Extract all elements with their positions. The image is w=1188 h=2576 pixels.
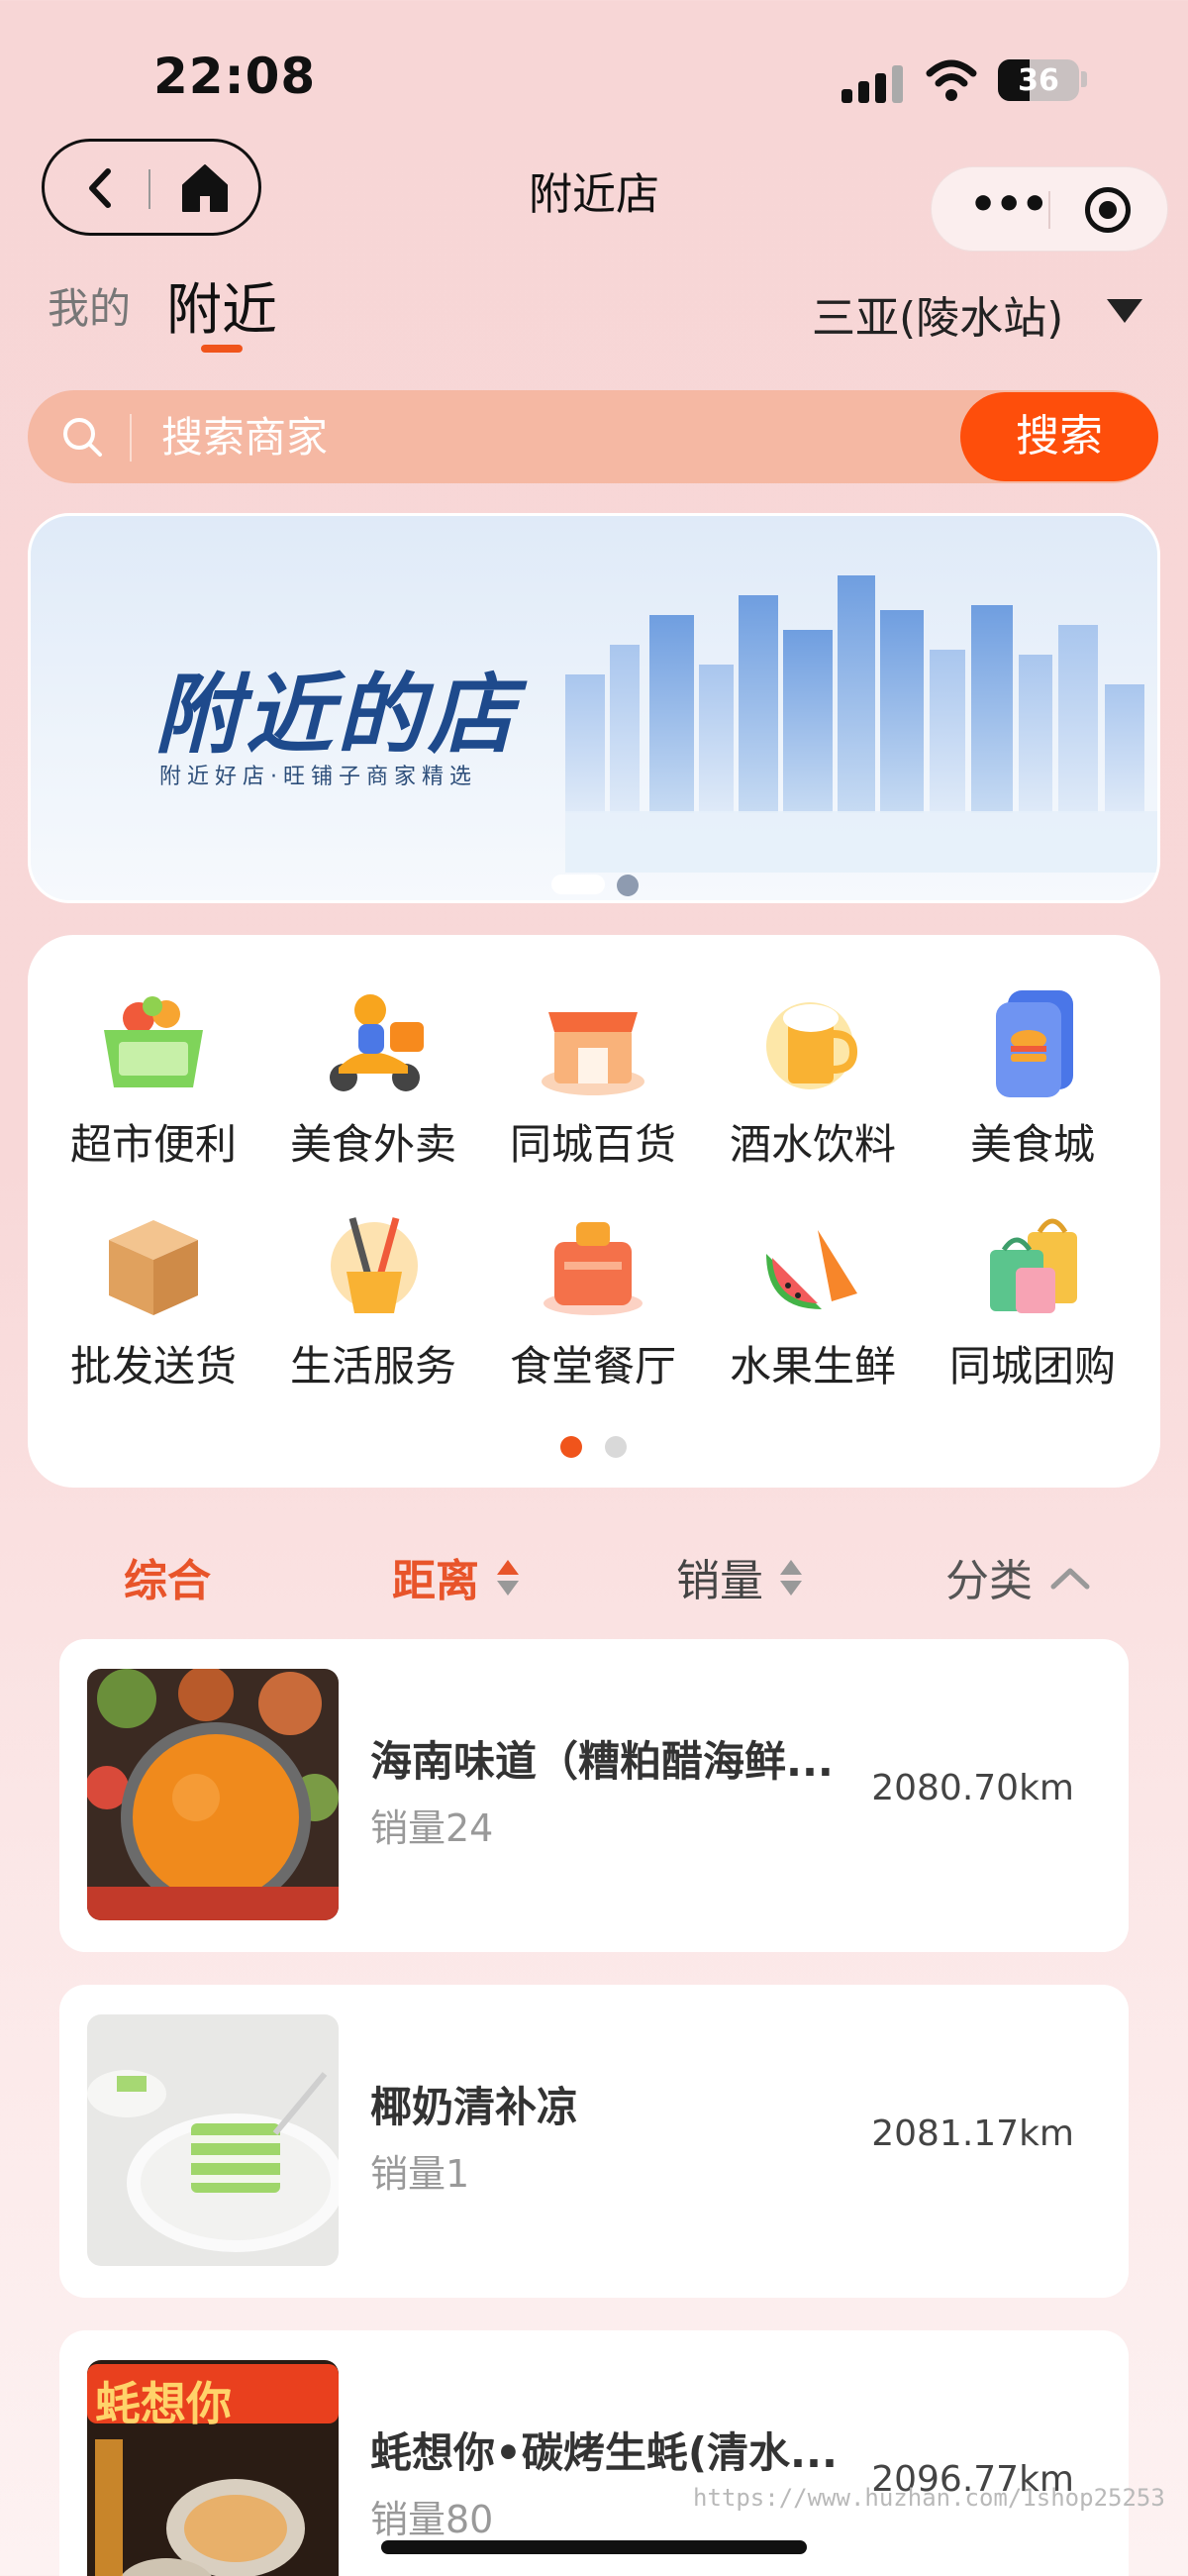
page-title: 附近店 <box>529 169 659 220</box>
chevron-up-icon[interactable] <box>1049 1565 1091 1591</box>
watermark-text: https://www.huzhan.com/1shop25253 <box>693 2484 1165 2512</box>
category-label: 美食外卖 <box>289 1120 456 1169</box>
tab-mine[interactable]: 我的 <box>48 275 131 336</box>
battery-tip <box>1081 71 1087 87</box>
back-icon[interactable] <box>76 163 126 213</box>
category-food-court[interactable]: 美食城 <box>929 982 1137 1172</box>
home-indicator[interactable] <box>381 2540 807 2554</box>
shop-thumbnail <box>87 2014 339 2266</box>
caret-down-icon[interactable] <box>1107 299 1142 323</box>
coconut-jelly-image <box>87 2014 339 2266</box>
hotpot-image <box>87 1669 339 1920</box>
cleaning-tools-icon <box>331 1217 418 1313</box>
category-label: 酒水饮料 <box>729 1120 896 1169</box>
shop-name: 蚝想你•碳烤生蚝(清水... <box>370 2428 838 2477</box>
more-options-icon[interactable]: ••• <box>969 183 1048 227</box>
wifi-icon <box>926 59 977 101</box>
grocery-basket-icon <box>104 996 203 1087</box>
nav-capsule <box>42 139 261 236</box>
battery-level: 36 <box>1018 63 1059 98</box>
sort-sales-arrows-icon <box>780 1560 802 1599</box>
shop-name: 海南味道（糟粕醋海鲜... <box>370 1737 834 1786</box>
category-label: 生活服务 <box>289 1342 456 1391</box>
banner-indicator-active <box>551 875 605 894</box>
category-label: 同城百货 <box>509 1120 676 1169</box>
shop-distance: 2081.17km <box>871 2113 1074 2154</box>
shop-distance: 2080.70km <box>871 1768 1074 1808</box>
search-bar: 搜索商家 搜索 <box>28 390 1158 483</box>
shop-card[interactable]: 椰奶清补凉 销量1 2081.17km <box>59 1985 1129 2298</box>
category-label: 同城团购 <box>948 1342 1116 1391</box>
shopping-bags-icon <box>990 1218 1077 1313</box>
category-label: 食堂餐厅 <box>509 1342 676 1391</box>
cellular-signal-icon <box>842 63 903 103</box>
city-selector[interactable]: 三亚(陵水站) <box>812 282 1063 346</box>
shop-sales: 销量24 <box>370 1806 494 1850</box>
category-department-store[interactable]: 同城百货 <box>489 982 697 1172</box>
category-label: 超市便利 <box>69 1120 237 1169</box>
cardboard-box-icon <box>109 1220 198 1315</box>
category-group-buy[interactable]: 同城团购 <box>929 1204 1137 1393</box>
sort-distance-arrows-icon <box>497 1560 519 1599</box>
category-canteen[interactable]: 食堂餐厅 <box>489 1204 697 1393</box>
sort-distance[interactable]: 距离 <box>392 1545 479 1608</box>
category-label: 批发送货 <box>69 1342 237 1391</box>
store-front-icon <box>542 1012 644 1095</box>
banner-subtitle: 附近好店·旺铺子商家精选 <box>159 765 477 789</box>
category-page-indicator <box>605 1436 627 1458</box>
watermelon-carrot-icon <box>766 1230 857 1309</box>
capsule-separator <box>1048 191 1050 229</box>
category-food-delivery[interactable]: 美食外卖 <box>269 982 477 1172</box>
category-supermarket[interactable]: 超市便利 <box>50 982 257 1172</box>
tab-nearby[interactable]: 附近 <box>166 265 277 346</box>
category-label: 美食城 <box>969 1120 1095 1169</box>
promo-banner[interactable]: 附近的店 附近好店·旺铺子商家精选 <box>28 513 1160 903</box>
sort-sales[interactable]: 销量 <box>676 1545 763 1608</box>
grilled-oyster-image <box>95 2439 305 2576</box>
search-separator <box>130 414 132 462</box>
sort-category[interactable]: 分类 <box>945 1545 1033 1608</box>
shop-card[interactable]: 海南味道（糟粕醋海鲜... 销量24 2080.70km <box>59 1639 1129 1952</box>
battery-icon: 36 <box>998 59 1079 101</box>
active-tab-indicator <box>201 345 243 353</box>
banner-indicator <box>617 875 639 896</box>
shop-thumbnail <box>87 1669 339 1920</box>
burger-card-icon <box>996 990 1073 1097</box>
canteen-icon <box>544 1222 643 1315</box>
status-time: 22:08 <box>153 48 317 105</box>
sort-comprehensive[interactable]: 综合 <box>124 1545 211 1608</box>
category-wholesale[interactable]: 批发送货 <box>50 1204 257 1393</box>
shop-sales: 销量80 <box>370 2498 494 2541</box>
shop-sales: 销量1 <box>370 2152 470 2196</box>
shop-card[interactable]: 蚝想你 蚝想你•碳烤生蚝(清水... 销量80 2096.77km <box>59 2330 1129 2576</box>
category-label: 水果生鲜 <box>729 1342 896 1391</box>
banner-title: 附近的店 <box>154 664 520 766</box>
category-drinks[interactable]: 酒水饮料 <box>709 982 917 1172</box>
category-life-services[interactable]: 生活服务 <box>269 1204 477 1393</box>
home-icon[interactable] <box>177 159 233 215</box>
category-grid: 超市便利 美食外卖 同城百货 酒水饮料 美食城 批发送货 生活服务 食堂餐厅 水… <box>28 935 1160 1488</box>
shop-thumbnail: 蚝想你 <box>87 2360 339 2576</box>
shop-name: 椰奶清补凉 <box>370 2083 579 2131</box>
search-input[interactable]: 搜索商家 <box>161 404 328 464</box>
mini-program-capsule: ••• <box>931 166 1168 252</box>
beer-mug-icon <box>766 1002 858 1089</box>
search-icon <box>63 418 102 457</box>
close-target-icon[interactable] <box>1085 187 1131 233</box>
capsule-divider <box>148 169 150 209</box>
city-skyline-image <box>565 575 1157 873</box>
search-button[interactable]: 搜索 <box>960 392 1158 481</box>
delivery-scooter-icon <box>330 994 424 1091</box>
category-fresh-fruit[interactable]: 水果生鲜 <box>709 1204 917 1393</box>
category-page-indicator-active <box>560 1436 582 1458</box>
